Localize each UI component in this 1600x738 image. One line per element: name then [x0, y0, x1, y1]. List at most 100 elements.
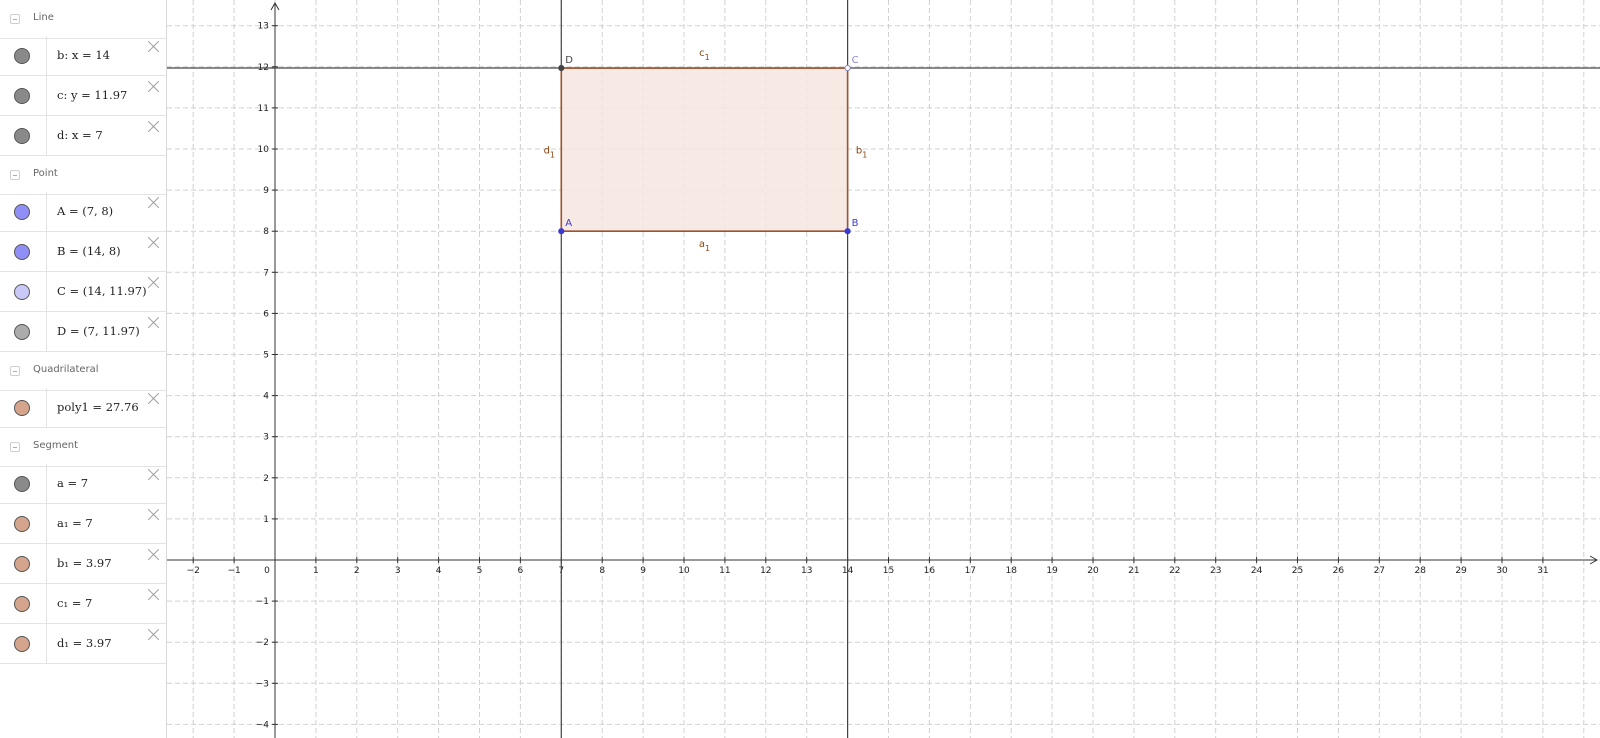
y-tick-label: 10 — [258, 145, 270, 155]
y-tick-label: 5 — [263, 351, 269, 361]
algebra-item[interactable]: d₁ = 3.97 — [0, 624, 166, 664]
visibility-marble-icon[interactable] — [14, 128, 30, 144]
x-tick-label: −1 — [227, 566, 240, 576]
delete-icon[interactable] — [146, 316, 160, 330]
x-tick-label: 22 — [1169, 566, 1180, 576]
item-divider — [46, 544, 47, 583]
delete-icon[interactable] — [146, 392, 160, 406]
segment-label-d1: d1 — [544, 146, 555, 160]
delete-icon[interactable] — [146, 120, 160, 134]
x-tick-label: 29 — [1455, 566, 1467, 576]
point-label-B: B — [852, 218, 859, 229]
visibility-marble-icon[interactable] — [14, 556, 30, 572]
algebra-item-text[interactable]: d₁ = 3.97 — [57, 636, 112, 650]
algebra-item-text[interactable]: d: x = 7 — [57, 128, 103, 142]
x-tick-label: 25 — [1292, 566, 1303, 576]
group-header-point[interactable]: Point — [0, 156, 166, 195]
algebra-item-text[interactable]: A = (7, 8) — [57, 204, 113, 218]
collapse-toggle-icon[interactable] — [10, 170, 20, 180]
delete-icon[interactable] — [146, 236, 160, 250]
algebra-item-text[interactable]: b₁ = 3.97 — [57, 556, 112, 570]
delete-icon[interactable] — [146, 40, 160, 54]
algebra-item[interactable]: b: x = 14 — [0, 36, 166, 76]
x-tick-label: 30 — [1496, 566, 1508, 576]
point-A[interactable] — [558, 228, 565, 235]
delete-icon[interactable] — [146, 548, 160, 562]
visibility-marble-icon[interactable] — [14, 244, 30, 260]
algebra-item[interactable]: c₁ = 7 — [0, 584, 166, 624]
visibility-marble-icon[interactable] — [14, 596, 30, 612]
algebra-item-text[interactable]: b: x = 14 — [57, 48, 110, 62]
delete-icon[interactable] — [146, 508, 160, 522]
group-header-line[interactable]: Line — [0, 0, 166, 39]
item-divider — [46, 624, 47, 663]
item-divider — [46, 504, 47, 543]
algebra-item[interactable]: C = (14, 11.97) — [0, 272, 166, 312]
delete-icon[interactable] — [146, 588, 160, 602]
x-tick-label: 23 — [1210, 566, 1221, 576]
polygon-poly1[interactable] — [561, 68, 848, 232]
x-tick-label: 27 — [1374, 566, 1385, 576]
algebra-item[interactable]: B = (14, 8) — [0, 232, 166, 272]
item-divider — [46, 584, 47, 623]
x-tick-label: 6 — [518, 566, 524, 576]
algebra-item-text[interactable]: C = (14, 11.97) — [57, 284, 147, 298]
group-label: Quadrilateral — [33, 364, 99, 375]
collapse-toggle-icon[interactable] — [10, 14, 20, 24]
algebra-item[interactable]: a₁ = 7 — [0, 504, 166, 544]
delete-icon[interactable] — [146, 276, 160, 290]
x-tick-label: 21 — [1128, 566, 1139, 576]
algebra-item-text[interactable]: a₁ = 7 — [57, 516, 93, 530]
algebra-item-text[interactable]: poly1 = 27.76 — [57, 400, 139, 414]
algebra-item-text[interactable]: B = (14, 8) — [57, 244, 121, 258]
algebra-item[interactable]: b₁ = 3.97 — [0, 544, 166, 584]
delete-icon[interactable] — [146, 468, 160, 482]
item-divider — [46, 192, 47, 231]
group-label: Segment — [33, 440, 78, 451]
visibility-marble-icon[interactable] — [14, 400, 30, 416]
graphics-view[interactable]: −2−1012345678910111213141516171819202122… — [167, 0, 1600, 738]
x-tick-label: 31 — [1537, 566, 1548, 576]
visibility-marble-icon[interactable] — [14, 636, 30, 652]
y-tick-label: −2 — [256, 638, 269, 648]
x-tick-label: 26 — [1333, 566, 1345, 576]
collapse-toggle-icon[interactable] — [10, 442, 20, 452]
point-B[interactable] — [844, 228, 851, 235]
algebra-item-text[interactable]: c₁ = 7 — [57, 596, 92, 610]
segment-label-a1: a1 — [699, 239, 710, 253]
visibility-marble-icon[interactable] — [14, 48, 30, 64]
algebra-item-text[interactable]: a = 7 — [57, 476, 88, 490]
delete-icon[interactable] — [146, 80, 160, 94]
group-header-quadrilateral[interactable]: Quadrilateral — [0, 352, 166, 391]
y-tick-label: 8 — [263, 227, 269, 237]
point-C[interactable] — [844, 64, 851, 72]
algebra-item-text[interactable]: D = (7, 11.97) — [57, 324, 140, 338]
algebra-view: Line b: x = 14 c: y = 11.97 d: x = 7 Point A … — [0, 0, 167, 738]
algebra-item[interactable]: a = 7 — [0, 464, 166, 504]
visibility-marble-icon[interactable] — [14, 324, 30, 340]
algebra-item[interactable]: D = (7, 11.97) — [0, 312, 166, 352]
point-D[interactable] — [558, 64, 565, 72]
algebra-item[interactable]: c: y = 11.97 — [0, 76, 166, 116]
delete-icon[interactable] — [146, 628, 160, 642]
delete-icon[interactable] — [146, 196, 160, 210]
visibility-marble-icon[interactable] — [14, 516, 30, 532]
y-tick-label: 2 — [263, 474, 269, 484]
algebra-item[interactable]: d: x = 7 — [0, 116, 166, 156]
algebra-item-text[interactable]: c: y = 11.97 — [57, 88, 127, 102]
collapse-toggle-icon[interactable] — [10, 366, 20, 376]
x-tick-label: 5 — [477, 566, 483, 576]
group-label: Point — [33, 168, 58, 179]
visibility-marble-icon[interactable] — [14, 284, 30, 300]
algebra-item[interactable]: A = (7, 8) — [0, 192, 166, 232]
visibility-marble-icon[interactable] — [14, 88, 30, 104]
y-tick-label: 4 — [263, 392, 269, 402]
group-header-segment[interactable]: Segment — [0, 428, 166, 467]
algebra-item[interactable]: poly1 = 27.76 — [0, 388, 166, 428]
y-tick-label: −4 — [256, 720, 270, 730]
visibility-marble-icon[interactable] — [14, 204, 30, 220]
item-divider — [46, 116, 47, 155]
y-tick-label: 7 — [263, 268, 269, 278]
visibility-marble-icon[interactable] — [14, 476, 30, 492]
graphics-canvas[interactable]: −2−1012345678910111213141516171819202122… — [167, 0, 1600, 738]
